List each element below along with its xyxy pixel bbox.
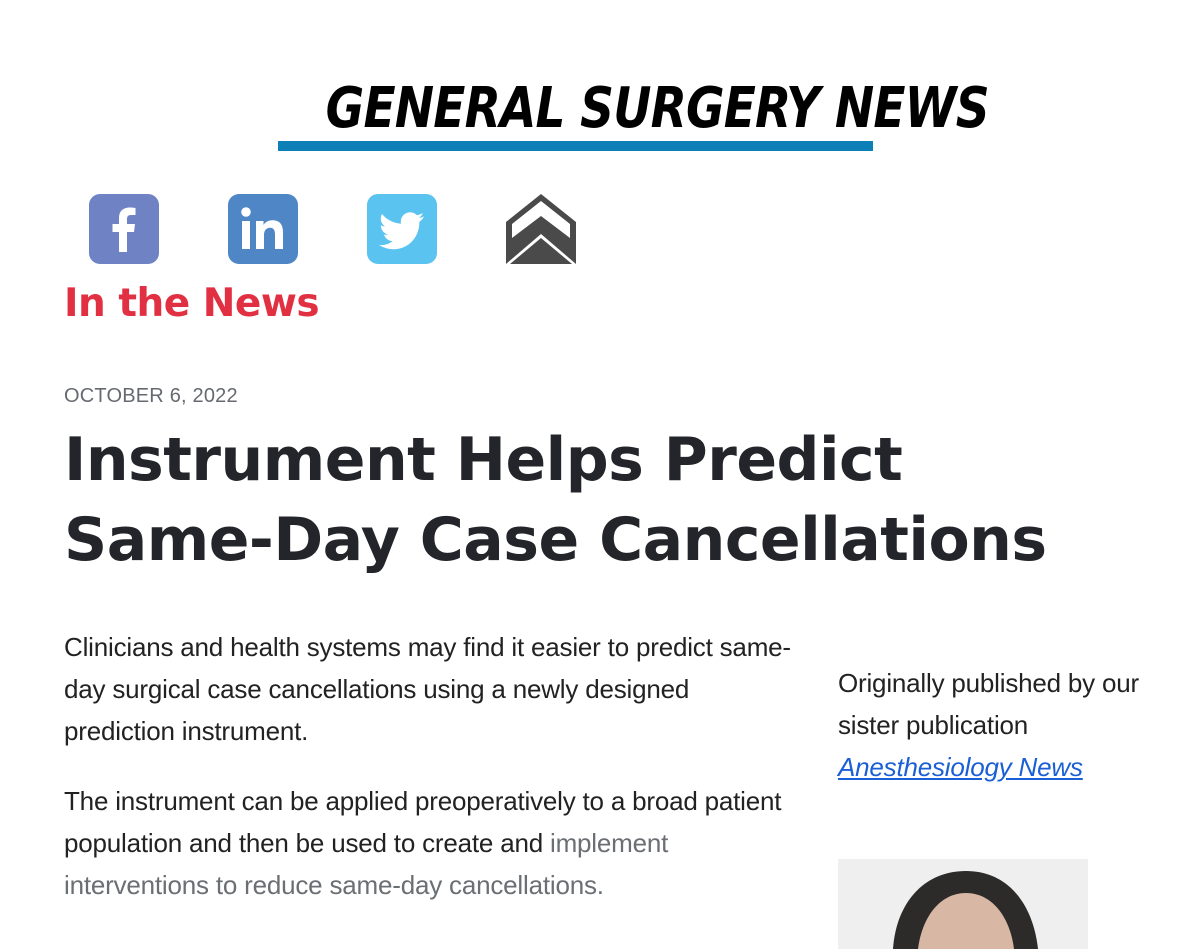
publication-note: Originally published by our sister publi… — [838, 662, 1188, 788]
article-paragraph: Clinicians and health systems may find i… — [64, 632, 791, 746]
facebook-share-button[interactable] — [89, 194, 159, 264]
linkedin-icon — [241, 207, 283, 249]
twitter-share-button[interactable] — [367, 194, 437, 264]
section-label[interactable]: In the News — [64, 280, 320, 328]
headline-line: Instrument Helps Predict — [64, 425, 903, 495]
author-photo-image — [838, 859, 1088, 949]
author-photo — [838, 859, 1088, 949]
publication-note-text: Originally published by our sister publi… — [838, 668, 1139, 740]
article-date: OCTOBER 6, 2022 — [64, 385, 238, 407]
anesthesiology-news-link[interactable]: Anesthesiology News — [838, 752, 1083, 782]
article-paragraph: The instrument can be applied preoperati… — [64, 780, 804, 906]
logo-underline — [278, 141, 873, 151]
site-logo-title[interactable]: GENERAL SURGERY NEWS — [326, 74, 990, 144]
facebook-icon — [112, 207, 136, 252]
twitter-icon — [379, 212, 424, 250]
article-body: Clinicians and health systems may find i… — [64, 626, 804, 934]
article-headline: Instrument Helps Predict Same-Day Case C… — [64, 420, 1164, 580]
email-icon — [506, 194, 576, 264]
site-masthead[interactable]: GENERAL SURGERY NEWS — [278, 74, 990, 154]
linkedin-share-button[interactable] — [228, 194, 298, 264]
paragraph-text: The instrument can be applied preoperati… — [64, 786, 782, 858]
article-sidebar: Originally published by our sister publi… — [838, 662, 1188, 949]
email-share-button[interactable] — [506, 194, 576, 264]
headline-line: Same-Day Case Cancellations — [64, 505, 1047, 575]
